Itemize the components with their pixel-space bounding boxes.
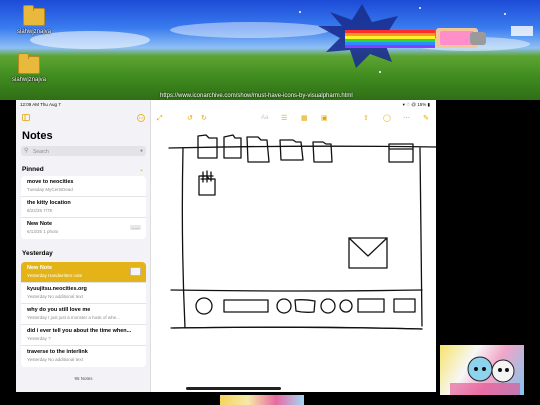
note-title: New Note bbox=[27, 265, 53, 271]
chevron-down-icon[interactable]: ⌄ bbox=[139, 166, 144, 173]
search-icon: ⚲ bbox=[24, 148, 29, 154]
status-time: 12:09 AM Thu Aug 7 bbox=[20, 102, 61, 107]
note-title: the kitty location bbox=[27, 200, 71, 206]
search-input[interactable]: ⚲ Search ● bbox=[21, 146, 146, 156]
notes-count: 95 Notes bbox=[74, 376, 93, 381]
note-editor[interactable]: ▾ ♡ @ 15% ▮ ⤢ ↺ ↻ Aa ☰ ▦ ▣ ⇧ ◯ ⋯ ✎ bbox=[151, 100, 436, 392]
overlay-url-text: https://www.iconarchive.com/show/must-ha… bbox=[160, 93, 353, 99]
pinned-notes-list: move to neocities Tuesday MyCertsDead th… bbox=[21, 176, 146, 239]
list-item[interactable]: move to neocities Tuesday MyCertsDead bbox=[21, 176, 146, 197]
list-item[interactable]: traverse to the interlink Yesterday No a… bbox=[21, 346, 146, 367]
note-title: kyuujitsu.neocities.org bbox=[27, 286, 87, 292]
screen: siahwjznajva siahwjznajva https://www.ic… bbox=[0, 0, 540, 405]
ipad-screen: 12:09 AM Thu Aug 7 Notes ⚲ Search ● Pinn… bbox=[16, 100, 436, 392]
list-item[interactable]: the kitty location 8/22/25 7/7E bbox=[21, 197, 146, 218]
sidebar-toggle-icon[interactable] bbox=[22, 114, 30, 123]
note-thumbnail bbox=[130, 267, 141, 276]
character-art bbox=[450, 356, 520, 395]
section-header-yesterday: Yesterday bbox=[22, 250, 53, 257]
desktop-wallpaper: siahwjznajva siahwjznajva https://www.ic… bbox=[0, 0, 540, 100]
microphone-icon[interactable]: ● bbox=[140, 148, 143, 154]
bottom-thumbnail bbox=[220, 395, 304, 405]
note-title: New Note bbox=[27, 221, 53, 227]
note-subtitle: 6/13/25 1 photo bbox=[27, 229, 59, 234]
list-item[interactable]: did i ever tell you about the time when.… bbox=[21, 325, 146, 346]
list-item[interactable]: kyuujitsu.neocities.org Yesterday No add… bbox=[21, 283, 146, 304]
folder-icon bbox=[23, 5, 45, 26]
desktop-folder-1[interactable]: siahwjznajva bbox=[4, 5, 64, 35]
note-thumbnail: – — bbox=[130, 225, 141, 230]
note-title: did i ever tell you about the time when.… bbox=[27, 328, 132, 334]
note-title: traverse to the interlink bbox=[27, 349, 88, 355]
note-subtitle: 8/22/25 7/7E bbox=[27, 208, 53, 213]
desktop-folder-label: siahwjznajva bbox=[16, 29, 52, 35]
list-item[interactable]: New Note 6/13/25 1 photo – — bbox=[21, 218, 146, 239]
desktop-folder-label: siahwjznajva bbox=[11, 77, 47, 83]
folder-icon bbox=[18, 53, 40, 74]
webcam-thumbnail bbox=[440, 345, 524, 395]
home-indicator bbox=[186, 387, 281, 390]
note-title: why do you still love me bbox=[27, 307, 91, 313]
desktop-folder-2[interactable]: siahwjznajva bbox=[0, 53, 59, 83]
note-subtitle: Yesterday ? bbox=[27, 336, 51, 341]
note-subtitle: Yesterday I just just a monster a husk o… bbox=[27, 315, 120, 320]
list-item[interactable]: why do you still love me Yesterday I jus… bbox=[21, 304, 146, 325]
list-item-selected[interactable]: New Note Yesterday Handwritten note bbox=[21, 262, 146, 283]
more-options-icon[interactable] bbox=[137, 114, 145, 124]
note-subtitle: Tuesday MyCertsDead bbox=[27, 187, 73, 192]
handwritten-drawing[interactable] bbox=[151, 100, 436, 392]
notes-sidebar: 12:09 AM Thu Aug 7 Notes ⚲ Search ● Pinn… bbox=[16, 100, 151, 392]
page-title: Notes bbox=[22, 130, 53, 142]
search-placeholder: Search bbox=[33, 148, 49, 155]
wallpaper-art bbox=[30, 4, 533, 73]
note-subtitle: Yesterday No additional text bbox=[27, 357, 83, 362]
note-subtitle: Yesterday Handwritten note bbox=[27, 273, 83, 278]
yesterday-notes-list: New Note Yesterday Handwritten note kyuu… bbox=[21, 262, 146, 367]
note-title: move to neocities bbox=[27, 179, 74, 185]
note-subtitle: Yesterday No additional text bbox=[27, 294, 83, 299]
section-header-pinned[interactable]: Pinned bbox=[22, 166, 44, 173]
